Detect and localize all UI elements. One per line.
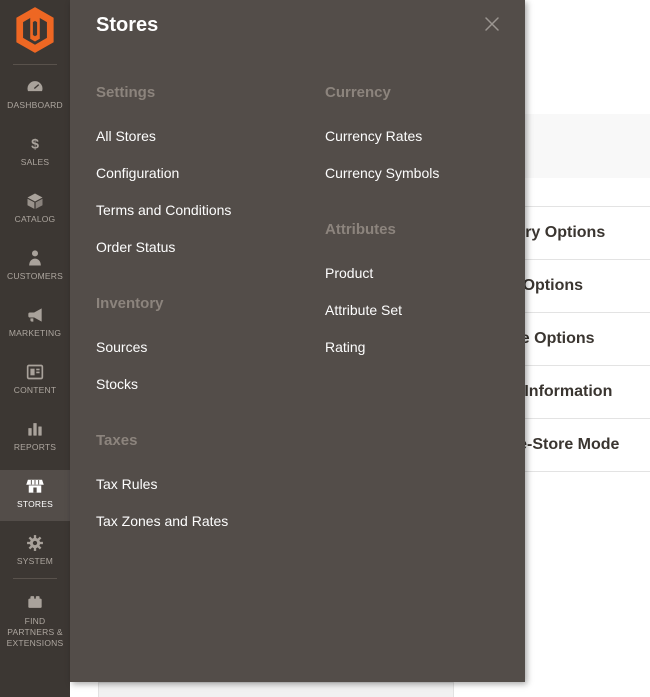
sidebar-item-find-partners[interactable]: FIND PARTNERS & EXTENSIONS [0, 584, 70, 659]
sidebar-divider [13, 64, 57, 65]
sidebar-item-label: FIND PARTNERS & EXTENSIONS [4, 616, 66, 649]
menu-section-settings: Settings All Stores Configuration Terms … [96, 84, 316, 255]
content-icon [25, 362, 45, 382]
magento-admin-screen: Country Options State Options Locale Opt… [0, 0, 650, 697]
magento-logo-icon [14, 6, 56, 54]
sidebar-item-dashboard[interactable]: DASHBOARD [0, 71, 70, 122]
admin-sidebar: DASHBOARD $ SALES CATALOG CUSTOMERS [0, 0, 70, 697]
magento-logo[interactable] [0, 0, 70, 64]
bottom-panel [98, 682, 454, 697]
sidebar-item-label: CATALOG [0, 214, 70, 225]
menu-item-terms-and-conditions[interactable]: Terms and Conditions [96, 202, 316, 218]
stores-flyout-menu: Stores Settings All Stores Configuration… [70, 0, 525, 682]
menu-item-currency-symbols[interactable]: Currency Symbols [325, 165, 545, 181]
flyout-column-left: Settings All Stores Configuration Terms … [96, 84, 316, 569]
menu-section-attributes: Attributes Product Attribute Set Rating [325, 221, 545, 355]
sidebar-item-label: CONTENT [0, 385, 70, 396]
menu-item-sources[interactable]: Sources [96, 339, 316, 355]
sidebar-item-system[interactable]: SYSTEM [0, 527, 70, 578]
menu-section-taxes: Taxes Tax Rules Tax Zones and Rates [96, 432, 316, 529]
sales-icon: $ [25, 134, 45, 154]
menu-item-attribute-set[interactable]: Attribute Set [325, 302, 545, 318]
sidebar-divider [13, 578, 57, 579]
sidebar-item-stores[interactable]: STORES [0, 470, 70, 521]
sidebar-item-label: MARKETING [0, 328, 70, 339]
sidebar-item-label: CUSTOMERS [0, 271, 70, 282]
reports-icon [25, 419, 45, 439]
sidebar-item-label: STORES [0, 499, 70, 510]
menu-item-all-stores[interactable]: All Stores [96, 128, 316, 144]
customers-icon [25, 248, 45, 268]
close-icon [482, 14, 502, 34]
menu-section-title: Settings [96, 84, 316, 102]
menu-item-stocks[interactable]: Stocks [96, 376, 316, 392]
sidebar-item-label: SYSTEM [0, 556, 70, 567]
catalog-icon [25, 191, 45, 211]
menu-section-title: Inventory [96, 295, 316, 313]
sidebar-item-content[interactable]: CONTENT [0, 356, 70, 407]
system-gear-icon [25, 533, 45, 553]
close-button[interactable] [480, 12, 504, 36]
menu-item-configuration[interactable]: Configuration [96, 165, 316, 181]
menu-section-inventory: Inventory Sources Stocks [96, 295, 316, 392]
sidebar-item-label: SALES [0, 157, 70, 168]
menu-section-title: Currency [325, 84, 545, 102]
svg-text:$: $ [31, 137, 39, 153]
dashboard-icon [25, 77, 45, 97]
sidebar-item-sales[interactable]: $ SALES [0, 128, 70, 179]
menu-section-title: Taxes [96, 432, 316, 450]
flyout-column-right: Currency Currency Rates Currency Symbols… [325, 84, 545, 395]
menu-section-currency: Currency Currency Rates Currency Symbols [325, 84, 545, 181]
stores-icon [25, 476, 45, 496]
menu-section-title: Attributes [325, 221, 545, 239]
menu-item-tax-rules[interactable]: Tax Rules [96, 476, 316, 492]
marketing-icon [25, 305, 45, 325]
sidebar-item-reports[interactable]: REPORTS [0, 413, 70, 464]
menu-item-product[interactable]: Product [325, 265, 545, 281]
sidebar-item-marketing[interactable]: MARKETING [0, 299, 70, 350]
sidebar-item-catalog[interactable]: CATALOG [0, 185, 70, 236]
menu-item-rating[interactable]: Rating [325, 339, 545, 355]
menu-item-order-status[interactable]: Order Status [96, 239, 316, 255]
sidebar-item-label: REPORTS [0, 442, 70, 453]
sidebar-item-customers[interactable]: CUSTOMERS [0, 242, 70, 293]
menu-item-tax-zones-and-rates[interactable]: Tax Zones and Rates [96, 513, 316, 529]
partners-brick-icon [25, 592, 45, 612]
sidebar-item-label: DASHBOARD [0, 100, 70, 111]
flyout-title: Stores [96, 14, 158, 37]
menu-item-currency-rates[interactable]: Currency Rates [325, 128, 545, 144]
